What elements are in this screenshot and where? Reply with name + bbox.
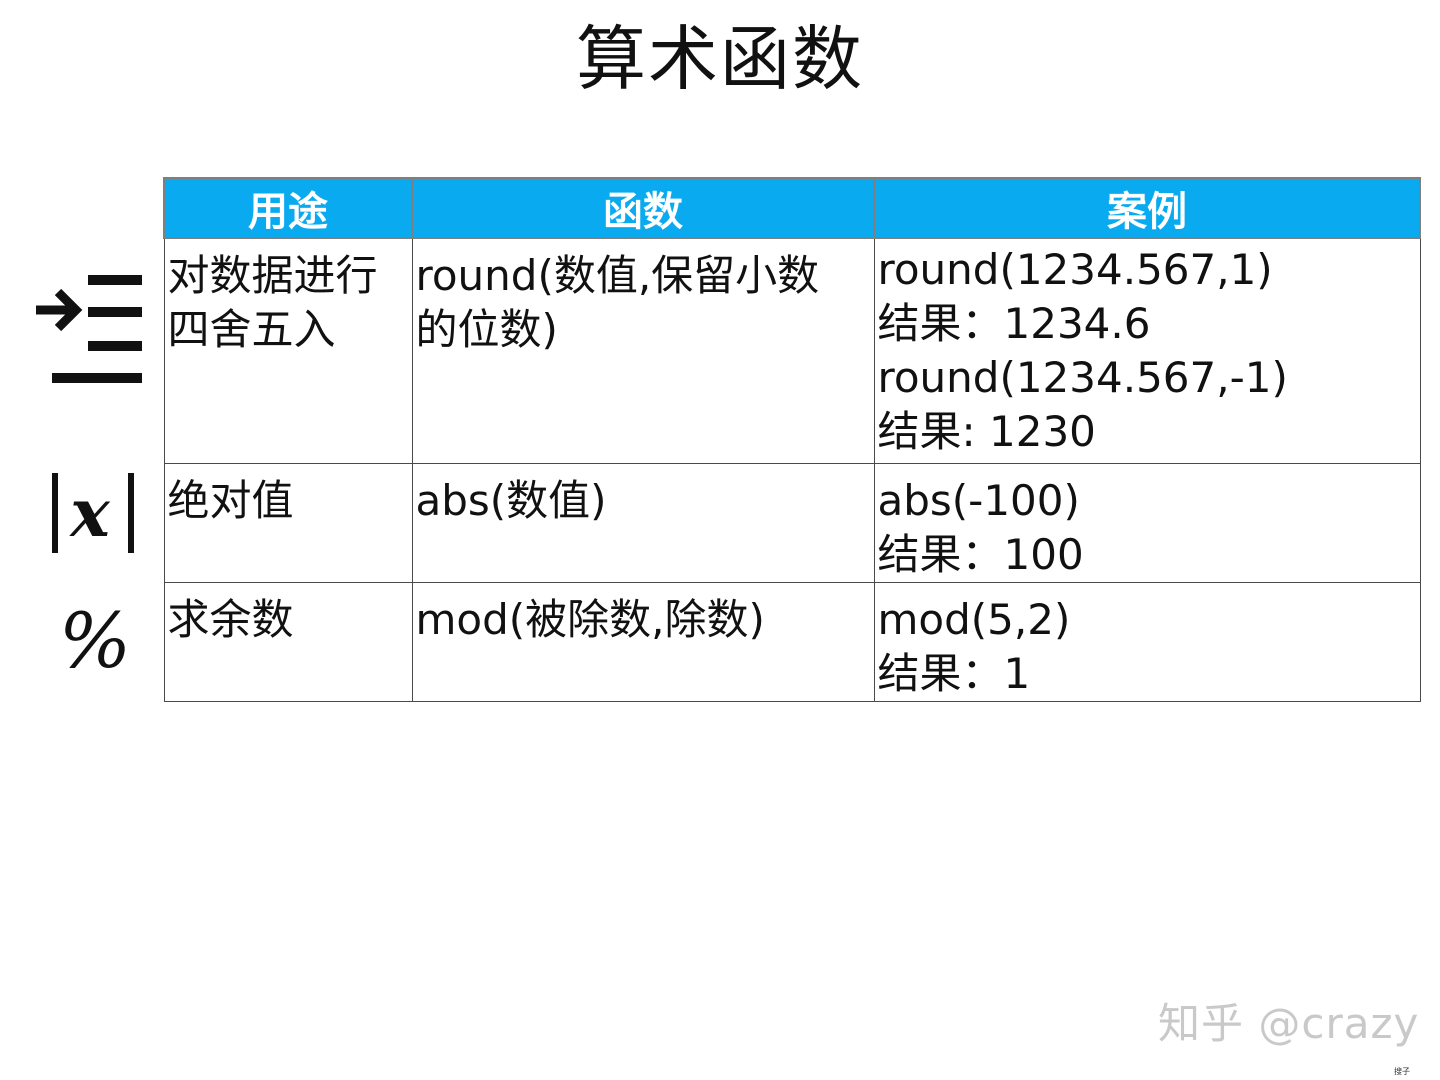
abs-left-bar — [52, 473, 59, 553]
percent-glyph: % — [58, 595, 132, 685]
round-arrow-icon — [30, 262, 150, 392]
purpose-text: 对数据进行 — [167, 251, 378, 300]
corner-mark: 搜子 — [1394, 1067, 1410, 1076]
function-cell: mod(被除数,除数) — [411, 582, 875, 702]
example-text: 结果：1234.6 — [877, 299, 1151, 348]
function-text: 的位数) — [415, 305, 558, 354]
table-row: 绝对值 abs(数值) abs(-100) 结果：100 — [163, 463, 1421, 583]
example-text: abs(-100) — [877, 476, 1080, 525]
abs-right-bar — [127, 473, 134, 553]
function-text: abs(数值) — [415, 476, 607, 525]
function-text: round(数值,保留小数 — [415, 251, 820, 300]
purpose-text: 四舍五入 — [167, 305, 336, 354]
purpose-text: 求余数 — [167, 595, 294, 644]
function-table: 用途 函数 案例 对数据进行 四舍五入 round(数值,保留小数 的位数) r… — [163, 177, 1421, 702]
watermark: 知乎 @crazy — [1158, 999, 1420, 1048]
purpose-cell: 对数据进行 四舍五入 — [163, 237, 413, 464]
function-text: mod(被除数,除数) — [415, 595, 765, 644]
example-text: mod(5,2) — [877, 595, 1071, 644]
example-cell: abs(-100) 结果：100 — [873, 463, 1421, 583]
example-text: round(1234.567,-1) — [877, 353, 1288, 402]
absolute-value-icon: x — [28, 468, 158, 558]
header-purpose: 用途 — [163, 177, 413, 239]
example-cell: round(1234.567,1) 结果：1234.6 round(1234.5… — [873, 237, 1421, 464]
abs-x-glyph: x — [70, 474, 116, 552]
example-text: round(1234.567,1) — [877, 245, 1273, 294]
example-text: 结果：100 — [877, 530, 1084, 579]
example-text: 结果：1 — [877, 649, 1031, 698]
purpose-cell: 求余数 — [163, 582, 413, 702]
function-cell: abs(数值) — [411, 463, 875, 583]
example-text: 结果: 1230 — [877, 407, 1096, 456]
header-example: 案例 — [873, 177, 1421, 239]
purpose-text: 绝对值 — [167, 476, 294, 525]
table-header-row: 用途 函数 案例 — [163, 177, 1421, 239]
percent-icon: % — [55, 596, 135, 685]
page-title: 算术函数 — [576, 18, 864, 100]
purpose-cell: 绝对值 — [163, 463, 413, 583]
example-cell: mod(5,2) 结果：1 — [873, 582, 1421, 702]
table-row: 求余数 mod(被除数,除数) mod(5,2) 结果：1 — [163, 582, 1421, 702]
table-row: 对数据进行 四舍五入 round(数值,保留小数 的位数) round(1234… — [163, 237, 1421, 464]
function-cell: round(数值,保留小数 的位数) — [411, 237, 875, 464]
header-function: 函数 — [411, 177, 875, 239]
